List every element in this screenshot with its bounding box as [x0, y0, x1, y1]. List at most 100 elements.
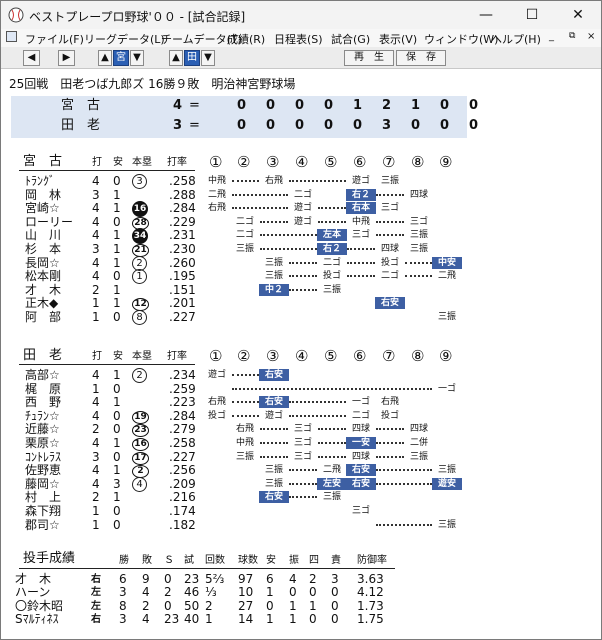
- player-name: 長岡☆: [25, 255, 60, 270]
- player-home-runs-badge: 3: [132, 173, 147, 189]
- player-name: 佐野恵: [25, 463, 62, 478]
- child-minimize-icon[interactable]: _: [549, 31, 554, 42]
- at-bat-connector: [376, 428, 404, 431]
- team1-up-arrow-icon[interactable]: ▲: [98, 50, 112, 66]
- pitcher-k: 0: [289, 585, 297, 600]
- team2-up-arrow-icon[interactable]: ▲: [169, 50, 183, 66]
- team2-toggle-button[interactable]: 田: [184, 50, 200, 66]
- menu-schedule[interactable]: 日程表(S): [274, 31, 323, 47]
- player-hits: 0: [113, 408, 121, 423]
- pitcher-ip: 1: [205, 612, 213, 627]
- pitching-header: 振: [289, 555, 299, 566]
- close-button[interactable]: ✕: [555, 1, 601, 29]
- prev-game-arrow-icon[interactable]: ◀: [23, 50, 40, 66]
- player-hits: 1: [113, 282, 121, 297]
- player-batting-average: .227: [169, 449, 196, 464]
- player-name: ｺﾝﾄﾚﾗｽ: [25, 449, 62, 464]
- pitcher-k: 1: [289, 612, 297, 627]
- player-batting-average: .231: [169, 228, 196, 243]
- player-hits: 1: [113, 201, 121, 216]
- player-hits: 0: [113, 269, 121, 284]
- menu-file[interactable]: ファイル(F): [25, 31, 84, 47]
- player-hits: 0: [113, 310, 121, 324]
- menu-records[interactable]: 成績(R): [227, 31, 265, 47]
- menu-help[interactable]: ヘルプ(H): [491, 31, 541, 47]
- pitcher-g: 50: [184, 598, 200, 613]
- pitcher-h: 6: [266, 572, 274, 586]
- at-bat-result: 投ゴ: [322, 271, 341, 282]
- player-hits: 1: [113, 490, 121, 505]
- player-hits: 1: [113, 395, 121, 410]
- pitcher-w: 8: [119, 598, 127, 613]
- player-batting-average: .284: [169, 408, 196, 423]
- at-bat-result: 三振: [409, 230, 428, 241]
- pitcher-k: 4: [289, 572, 297, 586]
- game-record-panel: 25回戦 田老つば九郎ズ 16勝９敗 明治神宮野球場 宮 古 4 = 0 0 0 0 1 2 1 0…: [1, 70, 601, 639]
- pitching-header: 責: [331, 555, 341, 566]
- at-bat-result-hit: 中安: [432, 256, 462, 269]
- header-underline: [19, 364, 195, 365]
- header-hits: 安: [113, 157, 123, 168]
- at-bat-connector: [376, 193, 404, 196]
- pitcher-hand: 左: [91, 587, 101, 599]
- pitcher-er: 0: [331, 598, 339, 613]
- at-bat-connector: [289, 414, 346, 417]
- player-batting-average: .201: [169, 296, 196, 311]
- pitcher-hand: 右: [91, 614, 101, 626]
- at-bat-result: 遊ゴ: [351, 176, 370, 186]
- header-inning-number: ⑧: [411, 153, 425, 171]
- pitcher-era: 1.73: [357, 598, 384, 613]
- at-bat-result: 右飛: [380, 397, 399, 408]
- pitcher-pc: 10: [238, 585, 254, 600]
- menu-game[interactable]: 試合(G): [331, 31, 370, 47]
- player-name: 宮崎☆: [25, 201, 60, 216]
- linescore-inning-runs: 0: [411, 118, 421, 133]
- at-bat-connector: [232, 414, 259, 417]
- at-bat-result-hit: 一安: [346, 437, 376, 449]
- minimize-button[interactable]: —: [463, 1, 509, 29]
- title-bar[interactable]: ベストプレープロ野球'００ - [試合記録] — ☐ ✕: [1, 1, 601, 29]
- team1-toggle-button[interactable]: 宮: [113, 50, 129, 66]
- at-bat-connector: [232, 387, 432, 390]
- at-bat-connector: [318, 442, 346, 444]
- save-button[interactable]: 保 存: [396, 50, 446, 66]
- player-batting-average: .234: [169, 368, 196, 382]
- linescore-equals: =: [189, 118, 200, 133]
- linescore-inning-runs: 0: [440, 98, 450, 113]
- player-at-bats: 1: [92, 504, 100, 518]
- pitcher-pc: 97: [238, 572, 254, 586]
- window-title: ベストプレープロ野球'００ - [試合記録]: [29, 10, 246, 24]
- at-bat-connector: [405, 261, 432, 264]
- at-bat-connector: [318, 220, 346, 223]
- menu-view[interactable]: 表示(V): [379, 31, 417, 47]
- maximize-button[interactable]: ☐: [509, 1, 555, 29]
- pitcher-pc: 27: [238, 598, 254, 613]
- at-bat-result: 四球: [351, 424, 370, 435]
- team1-down-arrow-icon[interactable]: ▼: [130, 50, 144, 66]
- player-batting-average: .279: [169, 422, 196, 437]
- pitching-header: 敗: [142, 555, 152, 566]
- player-batting-average: .174: [169, 504, 196, 518]
- document-icon[interactable]: [6, 31, 17, 42]
- child-restore-icon[interactable]: ⧉: [569, 31, 575, 41]
- header-hits: 安: [113, 351, 123, 362]
- team2-down-arrow-icon[interactable]: ▼: [201, 50, 215, 66]
- next-game-arrow-icon[interactable]: ▶: [58, 50, 75, 66]
- pitcher-bb: 2: [309, 572, 317, 586]
- header-inning-number: ④: [295, 347, 309, 365]
- player-name: 西 野: [25, 395, 62, 410]
- child-close-icon[interactable]: ×: [587, 31, 595, 42]
- pitcher-l: 9: [142, 572, 150, 586]
- pitcher-ip: 5⅔: [205, 572, 225, 586]
- header-inning-number: ⑨: [439, 153, 453, 171]
- player-at-bats: 1: [92, 310, 100, 324]
- pitching-header: 安: [266, 555, 276, 566]
- at-bat-result: 右飛: [207, 397, 226, 408]
- at-bat-result: 三振: [235, 244, 254, 254]
- player-at-bats: 4: [92, 436, 100, 450]
- player-batting-average: .182: [169, 517, 196, 532]
- replay-button[interactable]: 再 生: [344, 50, 394, 66]
- menu-window[interactable]: ウィンドウ(W): [424, 31, 498, 47]
- menu-league-data[interactable]: リーグデータ(L): [84, 31, 165, 47]
- pitcher-bb: 1: [309, 598, 317, 613]
